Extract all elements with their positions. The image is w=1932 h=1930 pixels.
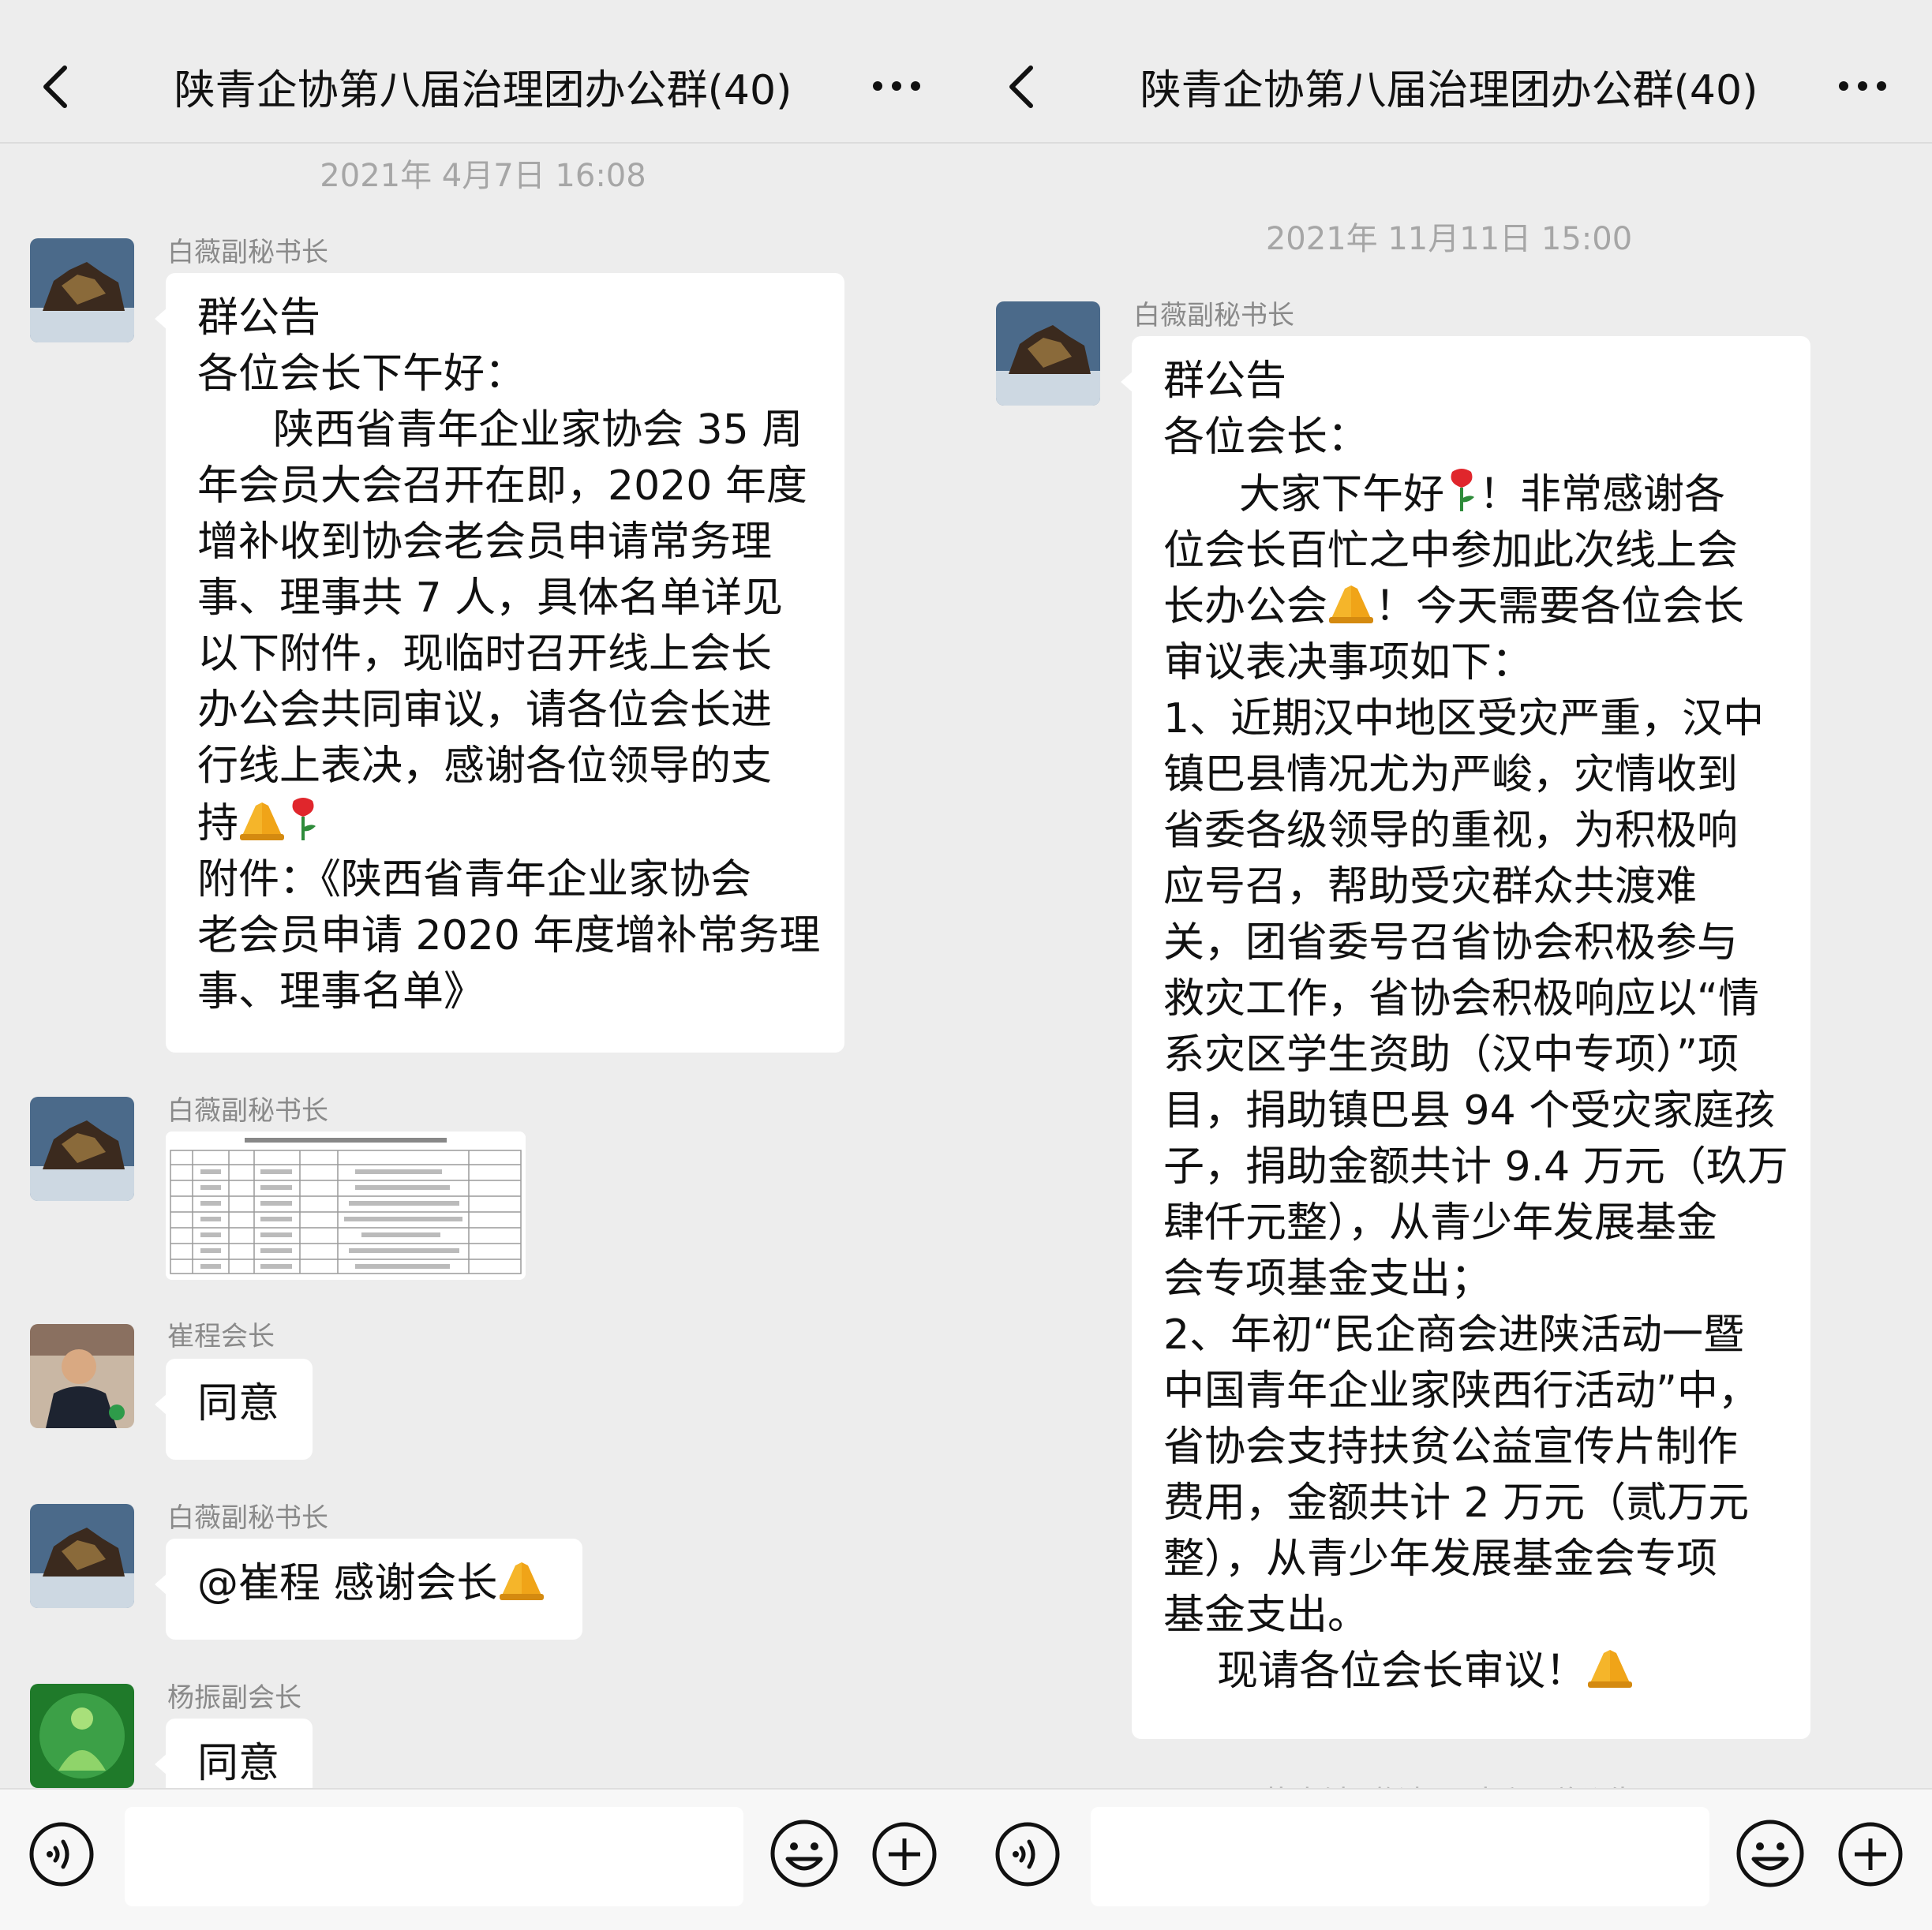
message-line: 事、理事共 7 人，具体名单详见 xyxy=(197,574,784,622)
message-line: 各位会长下午好： xyxy=(197,350,526,398)
message-line: 救灾工作，省协会积极响应以“情 xyxy=(1163,975,1759,1023)
message-line: 增补收到协会老会员申请常务理 xyxy=(197,518,773,566)
message-line: 办公会共同审议，请各位会长进 xyxy=(197,686,773,734)
pray-emoji xyxy=(1588,1650,1633,1688)
message-line: 以下附件，现临时召开线上会长 xyxy=(197,630,773,678)
sender-name: 白薇副秘书长 xyxy=(1133,300,1294,331)
message-text: 同意 xyxy=(197,1740,280,1787)
announcement-bubble[interactable]: 群公告 各位会长下午好： 陕西省青年企业家协会 35 周 年会员大会召开在即，2… xyxy=(155,273,844,1053)
message-line-with-emoji: 大家下午好 ！非常感谢各 xyxy=(1163,466,1779,523)
message-text: 长办公会 xyxy=(1163,583,1328,630)
message-line: 基金支出。 xyxy=(1163,1592,1369,1639)
message-line: 群公告 xyxy=(1163,357,1287,405)
avatar[interactable] xyxy=(30,1324,134,1428)
message-line-with-emoji: @崔程 感谢会长 xyxy=(197,1556,551,1612)
announcement-bubble[interactable]: 群公告 各位会长： 大家下午好 ！非常感谢各 位会长百忙之中参加此次线上会 长办公… xyxy=(1121,336,1810,1739)
message-text: ！今天需要各位会长 xyxy=(1375,583,1745,630)
message-text: ！非常感谢各 xyxy=(1479,471,1726,518)
message-line: 关，团省委号召省协会积极参与 xyxy=(1163,919,1739,967)
pray-emoji xyxy=(499,1562,544,1600)
message-line: 群公告 xyxy=(197,294,321,342)
sender-name: 白薇副秘书长 xyxy=(167,237,328,268)
message-line: 审议表决事项如下： xyxy=(1163,639,1533,686)
message-line: 会专项基金支出； xyxy=(1163,1255,1492,1303)
voice-icon[interactable] xyxy=(994,1821,1061,1887)
message-line: 陕西省青年企业家协会 35 周 xyxy=(273,406,803,454)
plus-icon[interactable] xyxy=(871,1821,938,1887)
message-line: 应号召，帮助受灾群众共渡难 xyxy=(1163,863,1698,911)
message-text: 同意 xyxy=(197,1380,280,1427)
input-bar xyxy=(966,1788,1932,1930)
emoji-icon[interactable] xyxy=(769,1818,840,1889)
message-line: 行线上表决，感谢各位领导的支 xyxy=(197,742,773,790)
message-line-with-emoji: 长办公会 ！今天需要各位会长 xyxy=(1163,579,1779,635)
message-text: 持 xyxy=(197,800,239,847)
more-icon[interactable] xyxy=(871,76,922,96)
message-line-with-emoji: 现请各位会长审议！ xyxy=(1163,1644,1779,1700)
plus-icon[interactable] xyxy=(1837,1821,1904,1887)
voice-icon[interactable] xyxy=(28,1821,95,1887)
pray-emoji xyxy=(240,802,285,840)
chat-window-left: 陕青企协第八届治理团办公群(40) 2021年 4月7日 16:08 白薇副秘书… xyxy=(0,0,966,1930)
message-timestamp: 2021年 11月11日 15:00 xyxy=(1265,221,1633,257)
emoji-icon[interactable] xyxy=(1735,1818,1806,1889)
message-line: 系灾区学生资助（汉中专项）”项 xyxy=(1163,1031,1739,1079)
back-icon[interactable] xyxy=(38,63,73,110)
message-text: 现请各位会长审议！ xyxy=(1217,1648,1587,1695)
message-line: 老会员申请 2020 年度增补常务理 xyxy=(197,912,821,959)
nav-bar: 陕青企协第八届治理团办公群(40) xyxy=(966,0,1932,144)
message-line: 2、年初“民企商会进陕活动一暨 xyxy=(1163,1311,1745,1359)
rose-emoji xyxy=(1451,469,1475,511)
message-bubble[interactable]: @崔程 感谢会长 xyxy=(155,1539,582,1640)
pray-emoji xyxy=(1329,585,1374,623)
message-line: 费用，金额共计 2 万元（贰万元 xyxy=(1163,1479,1750,1527)
message-line: 省协会支持扶贫公益宣传片制作 xyxy=(1163,1423,1739,1471)
message-line: 各位会长： xyxy=(1163,413,1369,461)
back-icon[interactable] xyxy=(1004,63,1039,110)
sender-name: 崔程会长 xyxy=(167,1321,275,1352)
avatar[interactable] xyxy=(30,1097,134,1201)
message-line: 省委各级领导的重视，为积极响 xyxy=(1163,807,1739,855)
message-line-with-emoji: 持 xyxy=(197,795,813,852)
message-line: 目，捐助镇巴县 94 个受灾家庭孩 xyxy=(1163,1087,1776,1135)
message-text: 大家下午好 xyxy=(1239,471,1445,518)
avatar[interactable] xyxy=(30,1684,134,1788)
rose-emoji xyxy=(292,798,316,840)
input-bar xyxy=(0,1788,966,1930)
chat-window-right: 陕青企协第八届治理团办公群(40) 2021年 11月11日 15:00 白薇副… xyxy=(966,0,1932,1930)
message-input[interactable] xyxy=(125,1807,743,1906)
message-text: @崔程 感谢会长 xyxy=(197,1560,498,1607)
message-line: 事、理事名单》 xyxy=(197,968,485,1015)
message-line: 附件：《陕西省青年企业家协会 xyxy=(197,856,752,903)
message-bubble[interactable]: 同意 xyxy=(155,1359,313,1460)
message-line: 肆仟元整），从青少年发展基金 xyxy=(1163,1199,1718,1247)
chat-title: 陕青企协第八届治理团办公群(40) xyxy=(1140,67,1758,114)
message-line: 中国青年企业家陕西行活动”中， xyxy=(1163,1367,1759,1415)
avatar[interactable] xyxy=(996,301,1100,406)
message-line: 子，捐助金额共计 9.4 万元（玖万 xyxy=(1163,1143,1788,1191)
avatar[interactable] xyxy=(30,238,134,342)
avatar[interactable] xyxy=(30,1504,134,1608)
message-line: 年会员大会召开在即，2020 年度 xyxy=(197,462,807,510)
message-line: 整），从青少年发展基金会专项 xyxy=(1163,1535,1718,1583)
chat-title: 陕青企协第八届治理团办公群(40) xyxy=(174,67,792,114)
message-input[interactable] xyxy=(1091,1807,1709,1906)
message-line: 位会长百忙之中参加此次线上会 xyxy=(1163,527,1739,574)
nav-bar: 陕青企协第八届治理团办公群(40) xyxy=(0,0,966,144)
attachment-thumbnail[interactable] xyxy=(166,1131,526,1280)
sender-name: 杨振副会长 xyxy=(167,1682,301,1714)
more-icon[interactable] xyxy=(1837,76,1888,96)
message-timestamp: 2021年 4月7日 16:08 xyxy=(320,158,646,194)
message-line: 镇巴县情况尤为严峻，灾情收到 xyxy=(1163,751,1739,799)
sender-name: 白薇副秘书长 xyxy=(167,1095,328,1127)
message-line: 1、近期汉中地区受灾严重，汉中 xyxy=(1163,695,1765,742)
sender-name: 白薇副秘书长 xyxy=(167,1502,328,1534)
